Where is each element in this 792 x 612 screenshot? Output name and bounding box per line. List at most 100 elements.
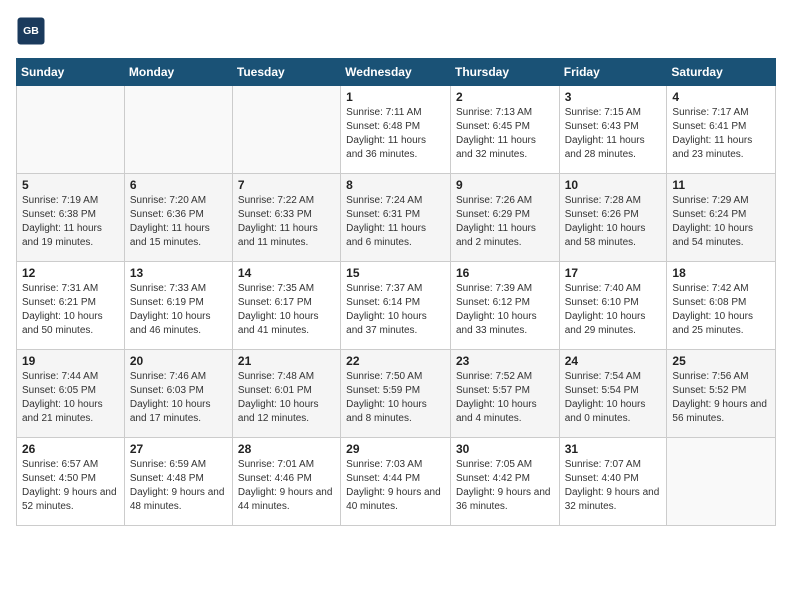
day-info: Sunrise: 7:13 AMSunset: 6:45 PMDaylight:… bbox=[456, 106, 554, 162]
day-info: Sunrise: 7:11 AMSunset: 6:48 PMDaylight:… bbox=[346, 106, 445, 162]
day-number: 17 bbox=[565, 266, 662, 280]
calendar-cell: 17 Sunrise: 7:40 AMSunset: 6:10 PMDayligh… bbox=[559, 262, 667, 350]
calendar-week-2: 5 Sunrise: 7:19 AMSunset: 6:38 PMDaylight… bbox=[17, 174, 776, 262]
calendar-cell: 7Sunrise: 7:22 AMSunset: 6:33 PMDaylight… bbox=[232, 174, 340, 262]
col-header-friday: Friday bbox=[559, 59, 667, 86]
day-info: Sunrise: 6:59 AMSunset: 4:48 PMDaylight:… bbox=[130, 458, 227, 514]
calendar-cell: 19Sunrise: 7:44 AMSunset: 6:05 PMDayligh… bbox=[17, 350, 125, 438]
calendar-cell: 8 Sunrise: 7:24 AMSunset: 6:31 PMDaylight… bbox=[341, 174, 451, 262]
calendar-cell: 4 Sunrise: 7:17 AMSunset: 6:41 PMDaylight… bbox=[667, 86, 776, 174]
calendar-cell: 30 Sunrise: 7:05 AMSunset: 4:42 PMDayligh… bbox=[450, 438, 559, 526]
day-number: 27 bbox=[130, 442, 227, 456]
calendar-cell: 29Sunrise: 7:03 AMSunset: 4:44 PMDayligh… bbox=[341, 438, 451, 526]
day-info: Sunrise: 7:44 AMSunset: 6:05 PMDaylight:… bbox=[22, 370, 119, 426]
calendar-cell: 16 Sunrise: 7:39 AMSunset: 6:12 PMDayligh… bbox=[450, 262, 559, 350]
day-number: 31 bbox=[565, 442, 662, 456]
day-number: 22 bbox=[346, 354, 445, 368]
calendar-cell: 18 Sunrise: 7:42 AMSunset: 6:08 PMDayligh… bbox=[667, 262, 776, 350]
day-info: Sunrise: 7:35 AMSunset: 6:17 PMDaylight:… bbox=[238, 282, 335, 338]
day-info: Sunrise: 7:24 AMSunset: 6:31 PMDaylight:… bbox=[346, 194, 445, 250]
day-number: 6 bbox=[130, 178, 227, 192]
calendar-cell: 25 Sunrise: 7:56 AMSunset: 5:52 PMDayligh… bbox=[667, 350, 776, 438]
calendar-cell bbox=[667, 438, 776, 526]
calendar-cell: 27 Sunrise: 6:59 AMSunset: 4:48 PMDayligh… bbox=[124, 438, 232, 526]
calendar-cell bbox=[124, 86, 232, 174]
calendar-body: 1 Sunrise: 7:11 AMSunset: 6:48 PMDaylight… bbox=[17, 86, 776, 526]
calendar-cell: 28 Sunrise: 7:01 AMSunset: 4:46 PMDayligh… bbox=[232, 438, 340, 526]
col-header-saturday: Saturday bbox=[667, 59, 776, 86]
day-info: Sunrise: 7:15 AMSunset: 6:43 PMDaylight:… bbox=[565, 106, 662, 162]
day-number: 14 bbox=[238, 266, 335, 280]
day-number: 15 bbox=[346, 266, 445, 280]
day-info: Sunrise: 7:28 AMSunset: 6:26 PMDaylight:… bbox=[565, 194, 662, 250]
day-info: Sunrise: 7:46 AMSunset: 6:03 PMDaylight:… bbox=[130, 370, 227, 426]
calendar-cell bbox=[232, 86, 340, 174]
calendar-cell: 21Sunrise: 7:48 AMSunset: 6:01 PMDayligh… bbox=[232, 350, 340, 438]
calendar-week-4: 19Sunrise: 7:44 AMSunset: 6:05 PMDayligh… bbox=[17, 350, 776, 438]
day-info: Sunrise: 7:26 AMSunset: 6:29 PMDaylight:… bbox=[456, 194, 554, 250]
day-info: Sunrise: 7:20 AMSunset: 6:36 PMDaylight:… bbox=[130, 194, 227, 250]
day-number: 11 bbox=[672, 178, 770, 192]
day-number: 29 bbox=[346, 442, 445, 456]
day-info: Sunrise: 7:37 AMSunset: 6:14 PMDaylight:… bbox=[346, 282, 445, 338]
calendar-cell: 3 Sunrise: 7:15 AMSunset: 6:43 PMDaylight… bbox=[559, 86, 667, 174]
calendar-cell: 31 Sunrise: 7:07 AMSunset: 4:40 PMDayligh… bbox=[559, 438, 667, 526]
day-info: Sunrise: 7:40 AMSunset: 6:10 PMDaylight:… bbox=[565, 282, 662, 338]
day-number: 13 bbox=[130, 266, 227, 280]
calendar-cell: 23Sunrise: 7:52 AMSunset: 5:57 PMDayligh… bbox=[450, 350, 559, 438]
day-info: Sunrise: 7:54 AMSunset: 5:54 PMDaylight:… bbox=[565, 370, 662, 426]
calendar-week-3: 12Sunrise: 7:31 AMSunset: 6:21 PMDayligh… bbox=[17, 262, 776, 350]
day-number: 3 bbox=[565, 90, 662, 104]
day-number: 16 bbox=[456, 266, 554, 280]
calendar-cell: 9 Sunrise: 7:26 AMSunset: 6:29 PMDaylight… bbox=[450, 174, 559, 262]
day-number: 30 bbox=[456, 442, 554, 456]
calendar-cell: 12Sunrise: 7:31 AMSunset: 6:21 PMDayligh… bbox=[17, 262, 125, 350]
day-number: 12 bbox=[22, 266, 119, 280]
day-number: 4 bbox=[672, 90, 770, 104]
day-number: 8 bbox=[346, 178, 445, 192]
calendar-week-5: 26 Sunrise: 6:57 AMSunset: 4:50 PMDayligh… bbox=[17, 438, 776, 526]
calendar-week-1: 1 Sunrise: 7:11 AMSunset: 6:48 PMDaylight… bbox=[17, 86, 776, 174]
calendar-cell: 20Sunrise: 7:46 AMSunset: 6:03 PMDayligh… bbox=[124, 350, 232, 438]
calendar-header-row: SundayMondayTuesdayWednesdayThursdayFrid… bbox=[17, 59, 776, 86]
col-header-thursday: Thursday bbox=[450, 59, 559, 86]
col-header-sunday: Sunday bbox=[17, 59, 125, 86]
day-number: 18 bbox=[672, 266, 770, 280]
col-header-wednesday: Wednesday bbox=[341, 59, 451, 86]
day-info: Sunrise: 7:33 AMSunset: 6:19 PMDaylight:… bbox=[130, 282, 227, 338]
day-info: Sunrise: 7:19 AMSunset: 6:38 PMDaylight:… bbox=[22, 194, 119, 250]
calendar-cell: 13 Sunrise: 7:33 AMSunset: 6:19 PMDayligh… bbox=[124, 262, 232, 350]
day-info: Sunrise: 7:01 AMSunset: 4:46 PMDaylight:… bbox=[238, 458, 335, 514]
day-info: Sunrise: 7:39 AMSunset: 6:12 PMDaylight:… bbox=[456, 282, 554, 338]
day-number: 9 bbox=[456, 178, 554, 192]
day-number: 21 bbox=[238, 354, 335, 368]
calendar-cell: 5 Sunrise: 7:19 AMSunset: 6:38 PMDaylight… bbox=[17, 174, 125, 262]
calendar-cell: 6 Sunrise: 7:20 AMSunset: 6:36 PMDaylight… bbox=[124, 174, 232, 262]
day-number: 28 bbox=[238, 442, 335, 456]
calendar-cell: 1 Sunrise: 7:11 AMSunset: 6:48 PMDaylight… bbox=[341, 86, 451, 174]
calendar-cell: 24Sunrise: 7:54 AMSunset: 5:54 PMDayligh… bbox=[559, 350, 667, 438]
day-number: 26 bbox=[22, 442, 119, 456]
day-info: Sunrise: 7:56 AMSunset: 5:52 PMDaylight:… bbox=[672, 370, 770, 426]
day-info: Sunrise: 7:42 AMSunset: 6:08 PMDaylight:… bbox=[672, 282, 770, 338]
day-number: 2 bbox=[456, 90, 554, 104]
day-info: Sunrise: 7:50 AMSunset: 5:59 PMDaylight:… bbox=[346, 370, 445, 426]
day-number: 1 bbox=[346, 90, 445, 104]
day-number: 10 bbox=[565, 178, 662, 192]
calendar-cell: 14 Sunrise: 7:35 AMSunset: 6:17 PMDayligh… bbox=[232, 262, 340, 350]
day-info: Sunrise: 7:07 AMSunset: 4:40 PMDaylight:… bbox=[565, 458, 662, 514]
day-number: 5 bbox=[22, 178, 119, 192]
day-info: Sunrise: 7:17 AMSunset: 6:41 PMDaylight:… bbox=[672, 106, 770, 162]
calendar-cell: 26 Sunrise: 6:57 AMSunset: 4:50 PMDayligh… bbox=[17, 438, 125, 526]
col-header-tuesday: Tuesday bbox=[232, 59, 340, 86]
calendar-cell: 22 Sunrise: 7:50 AMSunset: 5:59 PMDayligh… bbox=[341, 350, 451, 438]
day-info: Sunrise: 7:22 AMSunset: 6:33 PMDaylight:… bbox=[238, 194, 335, 250]
day-number: 23 bbox=[456, 354, 554, 368]
logo: GB bbox=[16, 16, 50, 46]
day-info: Sunrise: 7:05 AMSunset: 4:42 PMDaylight:… bbox=[456, 458, 554, 514]
calendar-table: SundayMondayTuesdayWednesdayThursdayFrid… bbox=[16, 58, 776, 526]
calendar-cell: 2 Sunrise: 7:13 AMSunset: 6:45 PMDaylight… bbox=[450, 86, 559, 174]
day-number: 25 bbox=[672, 354, 770, 368]
calendar-cell: 11Sunrise: 7:29 AMSunset: 6:24 PMDayligh… bbox=[667, 174, 776, 262]
day-info: Sunrise: 6:57 AMSunset: 4:50 PMDaylight:… bbox=[22, 458, 119, 514]
